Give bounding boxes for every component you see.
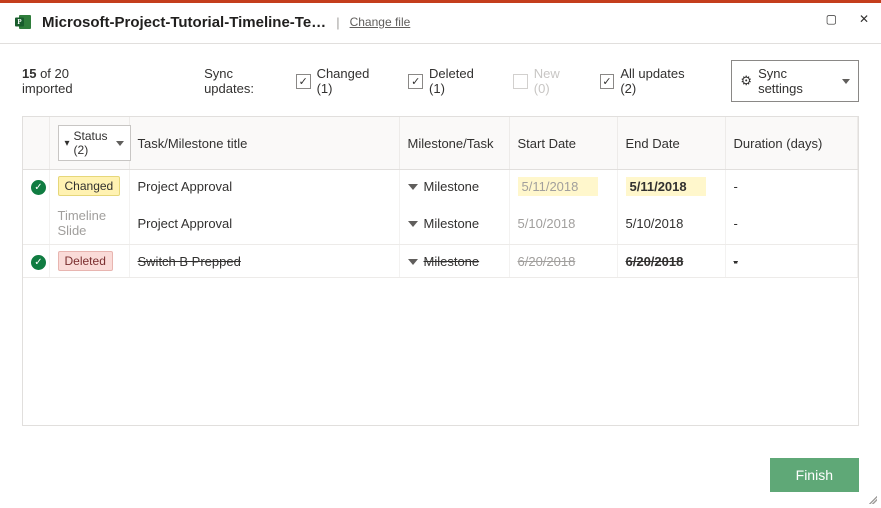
finish-button[interactable]: Finish	[770, 458, 859, 492]
checkbox-all-updates[interactable]: All updates (2)	[600, 66, 702, 96]
ms-project-icon: P	[14, 13, 32, 31]
row-duration-cell[interactable]: -	[725, 245, 858, 278]
sync-updates-label: Sync updates:	[204, 66, 284, 96]
checkbox-changed-label: Changed (1)	[317, 66, 387, 96]
row-start-cell[interactable]: 6/20/2018	[509, 245, 617, 278]
maximize-icon[interactable]: ▢	[826, 13, 837, 25]
header-status[interactable]: ▾ Status (2)	[49, 117, 129, 170]
row-title: Switch B Prepped	[138, 254, 241, 269]
title-separator: |	[336, 15, 339, 30]
checkbox-deleted[interactable]: Deleted (1)	[408, 66, 491, 96]
row-title: Project Approval	[138, 179, 233, 194]
window-controls: ▢ ✕	[826, 13, 869, 25]
header-duration[interactable]: Duration (days)	[725, 117, 858, 170]
sync-settings-button[interactable]: ⚙ Sync settings	[731, 60, 859, 102]
sync-settings-label: Sync settings	[758, 66, 832, 96]
header-end[interactable]: End Date	[617, 117, 725, 170]
row-type-cell[interactable]: Milestone	[399, 170, 509, 203]
import-count: 15 of 20 imported	[22, 66, 120, 96]
close-icon[interactable]: ✕	[859, 13, 869, 25]
status-tag: Changed	[58, 176, 121, 196]
table: ▾ Status (2) Task/Milestone title Milest…	[23, 117, 858, 278]
imported-number: 15	[22, 66, 36, 81]
row-end-cell[interactable]: 6/20/2018	[617, 245, 725, 278]
chevron-down-icon	[116, 141, 124, 146]
checkmark-icon	[296, 74, 311, 89]
row-type: Milestone	[424, 179, 480, 194]
status-tag: Deleted	[58, 251, 113, 271]
row-check-cell[interactable]: ✓	[23, 245, 49, 278]
row-end-date: 6/20/2018	[626, 254, 684, 269]
row-type-cell[interactable]: Milestone	[399, 245, 509, 278]
checkbox-new-label: New (0)	[534, 66, 578, 96]
row-start-cell[interactable]: 5/10/2018	[509, 202, 617, 245]
header-start[interactable]: Start Date	[509, 117, 617, 170]
dropdown-icon	[408, 259, 418, 265]
header-checkbox	[23, 117, 49, 170]
title-bar: P Microsoft-Project-Tutorial-Timeline-Te…	[0, 3, 881, 44]
dropdown-icon	[408, 221, 418, 227]
checkbox-changed[interactable]: Changed (1)	[296, 66, 386, 96]
change-file-link[interactable]: Change file	[350, 15, 411, 29]
status-text: Timeline Slide	[58, 208, 107, 238]
highlight: 5/11/2018	[518, 177, 598, 196]
row-type: Milestone	[424, 216, 480, 231]
gear-icon: ⚙	[740, 73, 752, 89]
dropdown-icon	[408, 184, 418, 190]
row-title-cell: Project Approval	[129, 170, 399, 203]
row-check-cell[interactable]	[23, 202, 49, 245]
row-start-date: 5/11/2018	[522, 179, 579, 194]
header-title[interactable]: Task/Milestone title	[129, 117, 399, 170]
toolbar: 15 of 20 imported Sync updates: Changed …	[0, 44, 881, 116]
table-row[interactable]: Timeline Slide Project Approval Milestone 5…	[23, 202, 858, 245]
row-status-cell: Changed	[49, 170, 129, 203]
row-type: Milestone	[424, 254, 480, 269]
row-title: Project Approval	[138, 216, 233, 231]
row-end-cell[interactable]: 5/11/2018	[617, 170, 725, 203]
checkbox-all-label: All updates (2)	[620, 66, 701, 96]
header-type[interactable]: Milestone/Task	[399, 117, 509, 170]
header-status-label: Status (2)	[74, 129, 108, 157]
filter-icon: ▾	[65, 138, 70, 149]
chevron-down-icon	[842, 79, 850, 84]
checkbox-empty-icon	[513, 74, 528, 89]
check-circle-icon: ✓	[31, 180, 46, 195]
row-status-cell: Deleted	[49, 245, 129, 278]
row-duration: -	[734, 254, 738, 269]
row-title-cell: Switch B Prepped	[129, 245, 399, 278]
footer: Finish	[770, 458, 859, 492]
row-end-date: 5/11/2018	[630, 179, 687, 194]
row-duration-cell[interactable]: -	[725, 202, 858, 245]
row-start-cell[interactable]: 5/11/2018	[509, 170, 617, 203]
row-status-cell: Timeline Slide	[49, 202, 129, 245]
checkbox-deleted-label: Deleted (1)	[429, 66, 491, 96]
checkbox-new: New (0)	[513, 66, 578, 96]
data-grid: ▾ Status (2) Task/Milestone title Milest…	[22, 116, 859, 426]
row-start-date: 6/20/2018	[518, 254, 576, 269]
resize-grip-icon[interactable]	[867, 494, 877, 504]
table-header-row: ▾ Status (2) Task/Milestone title Milest…	[23, 117, 858, 170]
table-row[interactable]: ✓ Deleted Switch B Prepped Milestone 6/20/20…	[23, 245, 858, 278]
row-duration: -	[734, 179, 738, 194]
row-end-cell[interactable]: 5/10/2018	[617, 202, 725, 245]
checkmark-icon	[600, 74, 615, 89]
row-title-cell: Project Approval	[129, 202, 399, 245]
row-duration: -	[734, 216, 738, 231]
checkmark-icon	[408, 74, 423, 89]
row-type-cell[interactable]: Milestone	[399, 202, 509, 245]
row-duration-cell[interactable]: -	[725, 170, 858, 203]
row-end-date: 5/10/2018	[626, 216, 684, 231]
file-title: Microsoft-Project-Tutorial-Timeline-Te…	[42, 14, 326, 31]
row-check-cell[interactable]: ✓	[23, 170, 49, 203]
check-circle-icon: ✓	[31, 255, 46, 270]
highlight: 5/11/2018	[626, 177, 706, 196]
svg-text:P: P	[17, 18, 22, 26]
table-row[interactable]: ✓ Changed Project Approval Milestone 5/11/20…	[23, 170, 858, 203]
row-start-date: 5/10/2018	[518, 216, 576, 231]
app-window: ▢ ✕ P Microsoft-Project-Tutorial-Timelin…	[0, 0, 881, 508]
